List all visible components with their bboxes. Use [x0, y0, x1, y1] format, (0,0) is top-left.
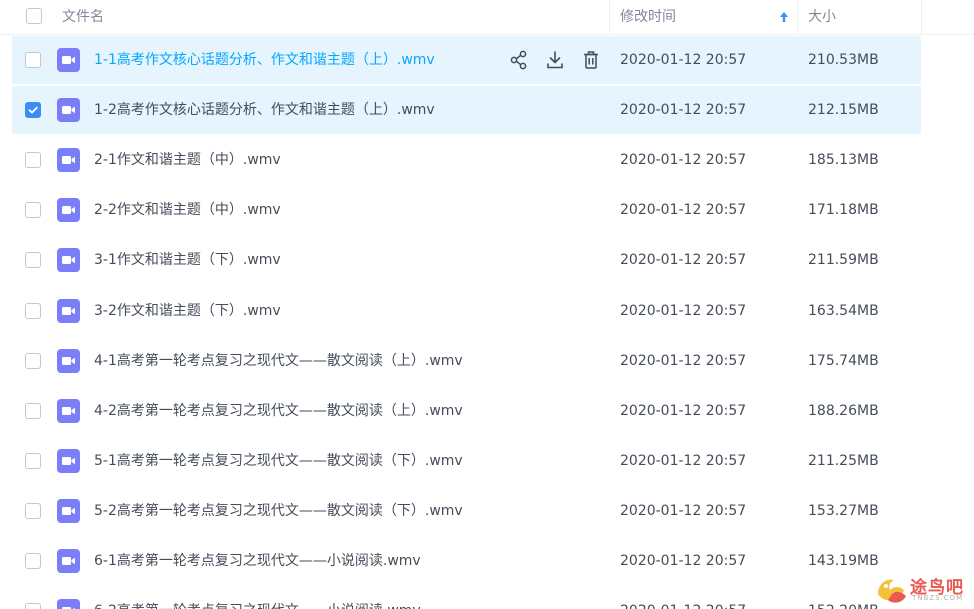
file-name[interactable]: 2-2作文和谐主题（中）.wmv	[94, 186, 281, 234]
file-name[interactable]: 1-2高考作文核心话题分析、作文和谐主题（上）.wmv	[94, 86, 435, 134]
video-file-icon	[57, 599, 80, 609]
row-checkbox[interactable]	[25, 502, 41, 519]
file-modified-time: 2020-01-12 20:57	[620, 302, 747, 319]
file-row[interactable]: 3-2作文和谐主题（下）.wmv 2020-01-12 20:57 163.54MB	[12, 287, 921, 335]
row-checkbox[interactable]	[25, 402, 41, 419]
file-name[interactable]: 4-1高考第一轮考点复习之现代文——散文阅读（上）.wmv	[94, 337, 463, 385]
file-modified-time: 2020-01-12 20:57	[620, 202, 747, 219]
row-checkbox[interactable]	[25, 102, 41, 119]
column-divider	[921, 0, 922, 35]
file-modified-time: 2020-01-12 20:57	[620, 502, 747, 519]
video-file-icon	[57, 248, 80, 273]
file-modified-time: 2020-01-12 20:57	[620, 452, 747, 469]
column-divider	[609, 0, 610, 35]
file-size: 171.18MB	[808, 202, 879, 219]
file-row[interactable]: 6-1高考第一轮考点复习之现代文——小说阅读.wmv 2020-01-12 20:…	[12, 537, 921, 585]
column-header-name[interactable]: 文件名	[62, 0, 104, 35]
file-size: 210.53MB	[808, 52, 879, 68]
row-checkbox[interactable]	[25, 603, 41, 609]
file-modified-time: 2020-01-12 20:57	[620, 553, 747, 569]
file-modified-time: 2020-01-12 20:57	[620, 352, 747, 369]
row-checkbox[interactable]	[25, 52, 41, 68]
video-file-icon	[57, 549, 80, 573]
file-size: 212.15MB	[808, 102, 879, 119]
column-header-size[interactable]: 大小	[808, 0, 836, 35]
row-checkbox[interactable]	[25, 352, 41, 369]
video-file-icon	[57, 398, 80, 423]
file-row[interactable]: 2-2作文和谐主题（中）.wmv 2020-01-12 20:57 171.18MB	[12, 186, 921, 234]
file-name[interactable]: 3-1作文和谐主题（下）.wmv	[94, 236, 281, 284]
file-size: 153.27MB	[808, 502, 879, 519]
select-all-checkbox[interactable]	[26, 8, 42, 24]
file-row[interactable]: 4-1高考第一轮考点复习之现代文——散文阅读（上）.wmv 2020-01-12 …	[12, 337, 921, 385]
file-name[interactable]: 1-1高考作文核心话题分析、作文和谐主题（上）.wmv	[94, 36, 435, 84]
file-row[interactable]: 5-2高考第一轮考点复习之现代文——散文阅读（下）.wmv 2020-01-12 …	[12, 487, 921, 535]
file-size: 152.20MB	[808, 587, 879, 609]
row-actions	[509, 49, 601, 71]
file-name[interactable]: 3-2作文和谐主题（下）.wmv	[94, 287, 281, 335]
file-row[interactable]: 3-1作文和谐主题（下）.wmv 2020-01-12 20:57 211.59MB	[12, 236, 921, 284]
video-file-icon	[57, 498, 80, 523]
video-file-icon	[57, 98, 80, 123]
video-file-icon	[57, 448, 80, 473]
row-checkbox[interactable]	[25, 152, 41, 169]
file-row[interactable]: 2-1作文和谐主题（中）.wmv 2020-01-12 20:57 185.13MB	[12, 136, 921, 184]
video-file-icon	[57, 48, 80, 72]
file-list-header: 文件名 修改时间 大小	[0, 0, 974, 35]
file-name[interactable]: 4-2高考第一轮考点复习之现代文——散文阅读（上）.wmv	[94, 387, 463, 435]
file-size: 211.59MB	[808, 252, 879, 269]
file-row[interactable]: 4-2高考第一轮考点复习之现代文——散文阅读（上）.wmv 2020-01-12 …	[12, 387, 921, 435]
row-checkbox[interactable]	[25, 302, 41, 319]
row-checkbox[interactable]	[25, 252, 41, 269]
video-file-icon	[57, 148, 80, 173]
video-file-icon	[57, 298, 80, 323]
file-size: 143.19MB	[808, 553, 879, 569]
file-modified-time: 2020-01-12 20:57	[620, 102, 747, 119]
delete-icon[interactable]	[581, 49, 601, 71]
file-row[interactable]: 5-1高考第一轮考点复习之现代文——散文阅读（下）.wmv 2020-01-12 …	[12, 437, 921, 485]
file-modified-time: 2020-01-12 20:57	[620, 402, 747, 419]
column-divider	[797, 0, 798, 35]
file-modified-time: 2020-01-12 20:57	[620, 52, 747, 68]
video-file-icon	[57, 198, 80, 223]
file-size: 175.74MB	[808, 352, 879, 369]
file-size: 211.25MB	[808, 452, 879, 469]
download-icon[interactable]	[545, 49, 565, 71]
file-row[interactable]: 6-2高考第一轮考点复习之现代文——小说阅读.wmv 2020-01-12 20:…	[12, 587, 921, 609]
column-header-modified-time[interactable]: 修改时间	[620, 0, 676, 35]
file-modified-time: 2020-01-12 20:57	[620, 152, 747, 169]
watermark-logo: 途鸟吧 TNBZS.COM	[870, 570, 974, 609]
file-size: 163.54MB	[808, 302, 879, 319]
file-name[interactable]: 5-1高考第一轮考点复习之现代文——散文阅读（下）.wmv	[94, 437, 463, 485]
arrow-up-icon[interactable]	[777, 9, 791, 25]
file-name[interactable]: 2-1作文和谐主题（中）.wmv	[94, 136, 281, 184]
file-size: 188.26MB	[808, 402, 879, 419]
row-checkbox[interactable]	[25, 202, 41, 219]
watermark-url: TNBZS.COM	[912, 594, 964, 602]
file-name[interactable]: 6-1高考第一轮考点复习之现代文——小说阅读.wmv	[94, 537, 421, 585]
file-name[interactable]: 6-2高考第一轮考点复习之现代文——小说阅读.wmv	[94, 587, 421, 609]
file-row[interactable]: 1-1高考作文核心话题分析、作文和谐主题（上）.wmv 2020-01-12 20…	[12, 36, 921, 84]
file-row[interactable]: 1-2高考作文核心话题分析、作文和谐主题（上）.wmv 2020-01-12 20…	[12, 86, 921, 135]
share-icon[interactable]	[509, 49, 529, 71]
file-size: 185.13MB	[808, 152, 879, 169]
file-modified-time: 2020-01-12 20:57	[620, 587, 746, 609]
file-modified-time: 2020-01-12 20:57	[620, 252, 747, 269]
row-checkbox[interactable]	[25, 553, 41, 569]
row-checkbox[interactable]	[25, 452, 41, 469]
video-file-icon	[57, 348, 80, 373]
file-name[interactable]: 5-2高考第一轮考点复习之现代文——散文阅读（下）.wmv	[94, 487, 463, 535]
